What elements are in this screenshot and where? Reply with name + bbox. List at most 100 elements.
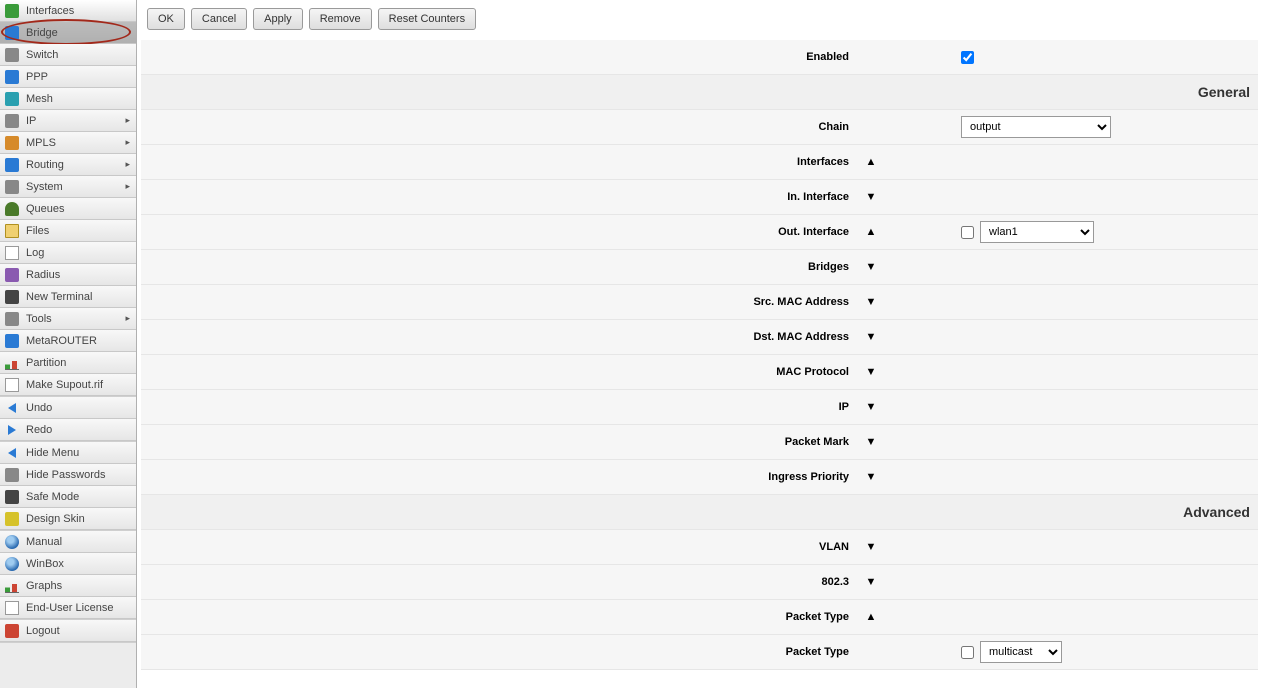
8023-toggle-icon[interactable]: ▼ xyxy=(861,576,881,588)
sidebar-item-winbox[interactable]: WinBox xyxy=(0,553,136,575)
src-mac-toggle-icon[interactable]: ▼ xyxy=(861,296,881,308)
sidebar-item-mpls[interactable]: MPLS▸ xyxy=(0,132,136,154)
sidebar-item-label: Routing xyxy=(26,159,125,171)
ip-toggle-icon[interactable]: ▼ xyxy=(861,401,881,413)
sidebar-item-new-terminal[interactable]: New Terminal xyxy=(0,286,136,308)
hide-menu-icon xyxy=(4,445,20,461)
sidebar-item-label: PPP xyxy=(26,71,132,83)
apply-button[interactable]: Apply xyxy=(253,8,303,30)
sidebar-item-tools[interactable]: Tools▸ xyxy=(0,308,136,330)
row-ingress-priority: Ingress Priority ▼ xyxy=(141,460,1258,495)
sidebar-item-bridge[interactable]: Bridge xyxy=(0,22,136,44)
row-packet-type: Packet Type multicast xyxy=(141,635,1258,670)
sidebar-item-label: Undo xyxy=(26,402,132,414)
make-supout-rif-icon xyxy=(4,377,20,393)
row-chain: Chain output xyxy=(141,110,1258,145)
enabled-checkbox[interactable] xyxy=(961,51,974,64)
system-icon xyxy=(4,179,20,195)
sidebar-item-label: Partition xyxy=(26,357,132,369)
sidebar-item-metarouter[interactable]: MetaROUTER xyxy=(0,330,136,352)
sidebar-item-label: Mesh xyxy=(26,93,132,105)
chain-select[interactable]: output xyxy=(961,116,1111,138)
mac-protocol-toggle-icon[interactable]: ▼ xyxy=(861,366,881,378)
sidebar-item-routing[interactable]: Routing▸ xyxy=(0,154,136,176)
sidebar-item-switch[interactable]: Switch xyxy=(0,44,136,66)
graphs-icon xyxy=(4,578,20,594)
sidebar-item-safe-mode[interactable]: Safe Mode xyxy=(0,486,136,508)
sidebar-item-label: WinBox xyxy=(26,558,132,570)
remove-button[interactable]: Remove xyxy=(309,8,372,30)
packet-type-header-toggle-icon[interactable]: ▲ xyxy=(861,611,881,623)
sidebar-item-end-user-license[interactable]: End-User License xyxy=(0,597,136,619)
sidebar-item-hide-passwords[interactable]: Hide Passwords xyxy=(0,464,136,486)
sidebar-item-graphs[interactable]: Graphs xyxy=(0,575,136,597)
cancel-button[interactable]: Cancel xyxy=(191,8,247,30)
sidebar-item-label: Switch xyxy=(26,49,132,61)
ok-button[interactable]: OK xyxy=(147,8,185,30)
sidebar-item-undo[interactable]: Undo xyxy=(0,397,136,419)
section-advanced: Advanced xyxy=(141,495,1258,530)
sidebar-item-redo[interactable]: Redo xyxy=(0,419,136,441)
sidebar-item-label: Bridge xyxy=(26,27,132,39)
sidebar: InterfacesBridgeSwitchPPPMeshIP▸MPLS▸Rou… xyxy=(0,0,137,688)
bridges-toggle-icon[interactable]: ▼ xyxy=(861,261,881,273)
sidebar-item-label: End-User License xyxy=(26,602,132,614)
out-interface-label: Out. Interface xyxy=(141,226,861,238)
mpls-icon xyxy=(4,135,20,151)
sidebar-item-mesh[interactable]: Mesh xyxy=(0,88,136,110)
row-8023: 802.3 ▼ xyxy=(141,565,1258,600)
vlan-toggle-icon[interactable]: ▼ xyxy=(861,541,881,553)
sidebar-item-label: MetaROUTER xyxy=(26,335,132,347)
mac-protocol-label: MAC Protocol xyxy=(141,366,861,378)
sidebar-item-radius[interactable]: Radius xyxy=(0,264,136,286)
sidebar-item-system[interactable]: System▸ xyxy=(0,176,136,198)
packet-type-label: Packet Type xyxy=(141,646,861,658)
sidebar-item-label: IP xyxy=(26,115,125,127)
sidebar-item-ppp[interactable]: PPP xyxy=(0,66,136,88)
sidebar-item-partition[interactable]: Partition xyxy=(0,352,136,374)
8023-label: 802.3 xyxy=(141,576,861,588)
sidebar-item-label: Files xyxy=(26,225,132,237)
sidebar-item-label: Logout xyxy=(26,625,132,637)
sidebar-item-label: Interfaces xyxy=(26,5,132,17)
sidebar-item-ip[interactable]: IP▸ xyxy=(0,110,136,132)
packet-type-not-checkbox[interactable] xyxy=(961,646,974,659)
sidebar-item-label: Make Supout.rif xyxy=(26,379,132,391)
undo-icon xyxy=(4,400,20,416)
sidebar-item-make-supout-rif[interactable]: Make Supout.rif xyxy=(0,374,136,396)
out-interface-select[interactable]: wlan1 xyxy=(980,221,1094,243)
submenu-arrow-icon: ▸ xyxy=(125,181,130,192)
row-bridges: Bridges ▼ xyxy=(141,250,1258,285)
sidebar-item-files[interactable]: Files xyxy=(0,220,136,242)
sidebar-item-label: Hide Menu xyxy=(26,447,132,459)
row-ip: IP ▼ xyxy=(141,390,1258,425)
sidebar-item-label: MPLS xyxy=(26,137,125,149)
sidebar-item-manual[interactable]: Manual xyxy=(0,531,136,553)
sidebar-item-log[interactable]: Log xyxy=(0,242,136,264)
packet-mark-toggle-icon[interactable]: ▼ xyxy=(861,436,881,448)
sidebar-item-label: Design Skin xyxy=(26,513,132,525)
reset-counters-button[interactable]: Reset Counters xyxy=(378,8,476,30)
manual-icon xyxy=(4,534,20,550)
sidebar-item-label: Safe Mode xyxy=(26,491,132,503)
in-interface-toggle-icon[interactable]: ▼ xyxy=(861,191,881,203)
row-packet-mark: Packet Mark ▼ xyxy=(141,425,1258,460)
submenu-arrow-icon: ▸ xyxy=(125,115,130,126)
row-packet-type-header: Packet Type ▲ xyxy=(141,600,1258,635)
ingress-priority-toggle-icon[interactable]: ▼ xyxy=(861,471,881,483)
sidebar-item-design-skin[interactable]: Design Skin xyxy=(0,508,136,530)
redo-icon xyxy=(4,422,20,438)
packet-type-select[interactable]: multicast xyxy=(980,641,1062,663)
sidebar-item-logout[interactable]: Logout xyxy=(0,620,136,642)
sidebar-item-label: Hide Passwords xyxy=(26,469,132,481)
out-interface-toggle-icon[interactable]: ▲ xyxy=(861,226,881,238)
design-skin-icon xyxy=(4,511,20,527)
sidebar-item-hide-menu[interactable]: Hide Menu xyxy=(0,442,136,464)
out-interface-not-checkbox[interactable] xyxy=(961,226,974,239)
sidebar-item-queues[interactable]: Queues xyxy=(0,198,136,220)
switch-icon xyxy=(4,47,20,63)
interfaces-toggle-icon[interactable]: ▲ xyxy=(861,156,881,168)
dst-mac-toggle-icon[interactable]: ▼ xyxy=(861,331,881,343)
sidebar-item-interfaces[interactable]: Interfaces xyxy=(0,0,136,22)
toolbar: OK Cancel Apply Remove Reset Counters xyxy=(137,0,1268,36)
